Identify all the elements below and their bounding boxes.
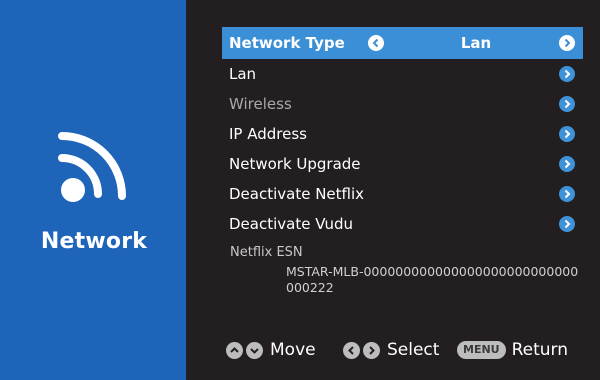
menu-item-network-type[interactable]: Network Type Lan bbox=[222, 27, 583, 59]
menu-item-ip-address[interactable]: IP Address bbox=[222, 119, 583, 149]
page-title: Network bbox=[40, 229, 148, 254]
move-label: Move bbox=[270, 340, 316, 360]
menu-item-deactivate-netflix[interactable]: Deactivate Netflix bbox=[222, 179, 583, 209]
menu-item-lan[interactable]: Lan bbox=[222, 59, 583, 89]
menu-item-label: Deactivate Vudu bbox=[229, 215, 353, 233]
up-arrow-icon bbox=[226, 341, 243, 359]
menu-item-label: Deactivate Netflix bbox=[229, 185, 365, 203]
settings-menu: Network Type Lan Lan Wireless IP Address… bbox=[222, 27, 583, 239]
left-arrow-icon bbox=[343, 341, 360, 359]
sidebar-panel: Network bbox=[0, 0, 186, 380]
move-hint: Move bbox=[226, 338, 316, 362]
wifi-icon bbox=[58, 132, 126, 202]
menu-item-label: Network Type bbox=[229, 34, 345, 52]
chevron-right-icon bbox=[559, 216, 575, 232]
return-hint: MENU Return bbox=[457, 338, 568, 362]
menu-item-label: Network Upgrade bbox=[229, 155, 361, 173]
chevron-right-icon bbox=[559, 186, 575, 202]
menu-item-network-upgrade[interactable]: Network Upgrade bbox=[222, 149, 583, 179]
chevron-left-icon[interactable] bbox=[368, 35, 384, 51]
chevron-right-icon bbox=[559, 126, 575, 142]
menu-key-icon: MENU bbox=[457, 341, 506, 359]
chevron-right-icon bbox=[559, 96, 575, 112]
network-type-value: Lan bbox=[460, 34, 492, 52]
menu-item-deactivate-vudu[interactable]: Deactivate Vudu bbox=[222, 209, 583, 239]
chevron-right-icon bbox=[559, 66, 575, 82]
netflix-esn-label: Netflix ESN bbox=[230, 245, 303, 260]
down-arrow-icon bbox=[246, 341, 263, 359]
chevron-right-icon[interactable] bbox=[559, 35, 575, 51]
menu-item-label: Wireless bbox=[229, 95, 292, 113]
chevron-right-icon bbox=[559, 156, 575, 172]
return-label: Return bbox=[511, 340, 569, 360]
menu-item-label: Lan bbox=[229, 65, 257, 83]
right-arrow-icon bbox=[363, 341, 380, 359]
button-hints: Move Select MENU Return bbox=[226, 338, 586, 362]
menu-item-wireless[interactable]: Wireless bbox=[222, 89, 583, 119]
menu-item-label: IP Address bbox=[229, 125, 307, 143]
netflix-esn-value: MSTAR-MLB-000000000000000000000000000000… bbox=[286, 264, 579, 295]
select-label: Select bbox=[387, 340, 440, 360]
select-hint: Select bbox=[343, 338, 439, 362]
